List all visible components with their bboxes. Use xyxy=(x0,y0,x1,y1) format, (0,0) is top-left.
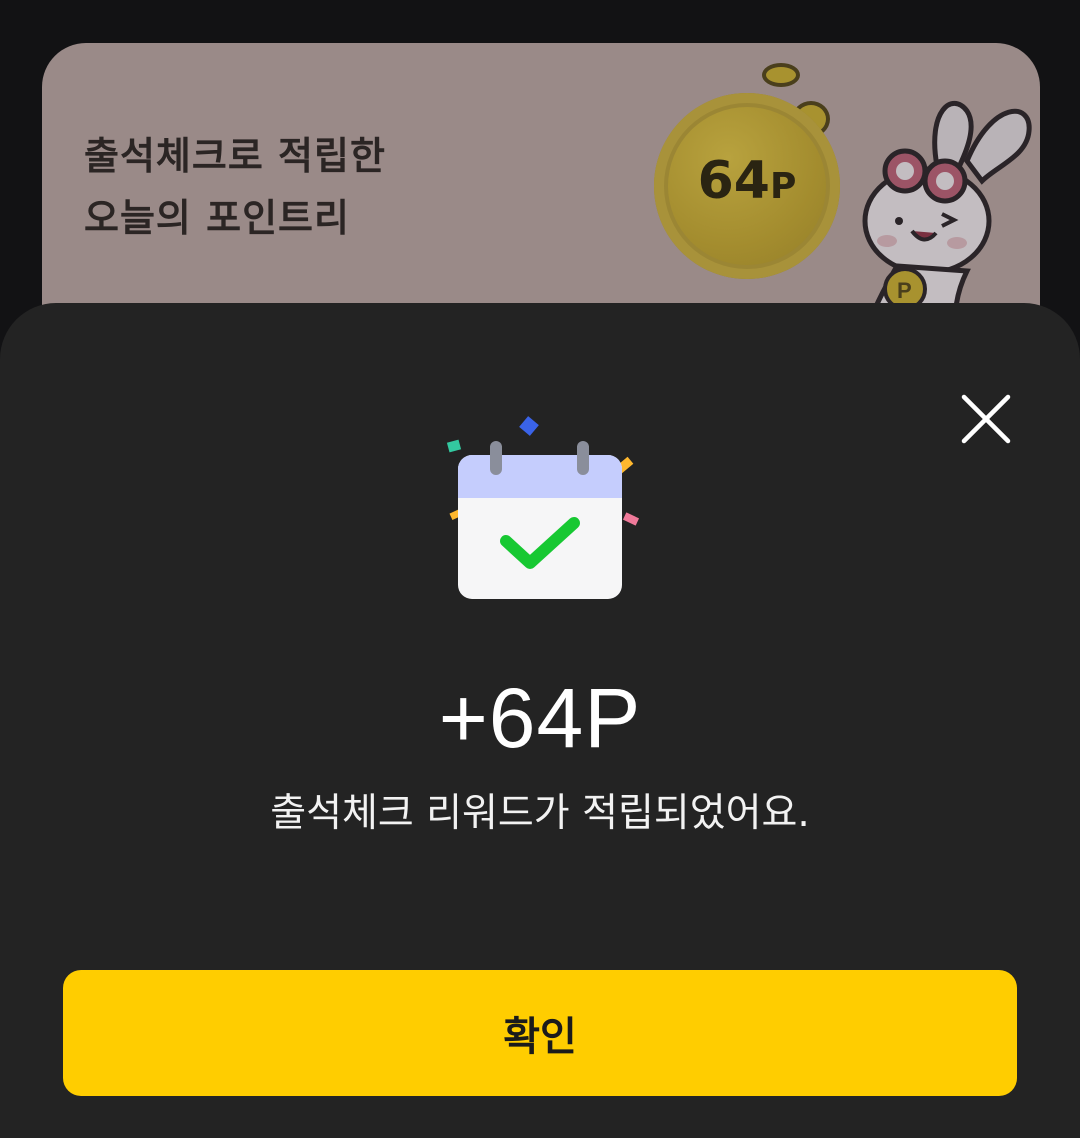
reward-message: 출석체크 리워드가 적립되었어요. xyxy=(270,791,810,836)
banner-title-line2: 오늘의 포인트리 xyxy=(84,196,350,240)
close-button[interactable] xyxy=(950,383,1022,455)
point-coin-icon: 64P xyxy=(654,93,840,279)
coin-value-text: 64P xyxy=(697,151,797,211)
reward-bottom-sheet: +64P 출석체크 리워드가 적립되었어요. 확인 xyxy=(0,303,1080,1138)
confirm-button[interactable]: 확인 xyxy=(63,970,1017,1096)
screen: 출석체크로 적립한 오늘의 포인트리 64P P +64P 출석체크 리워드가 … xyxy=(0,0,1080,1138)
points-earned-amount: +64P xyxy=(438,671,642,765)
small-coin-icon xyxy=(762,63,800,87)
svg-text:P: P xyxy=(897,278,912,303)
calendar-check-illustration xyxy=(440,413,640,613)
calendar-check-icon xyxy=(446,416,640,599)
banner-title-line1: 출석체크로 적립한 xyxy=(84,134,386,178)
close-icon xyxy=(961,394,1011,444)
banner-title: 출석체크로 적립한 오늘의 포인트리 xyxy=(84,125,504,249)
